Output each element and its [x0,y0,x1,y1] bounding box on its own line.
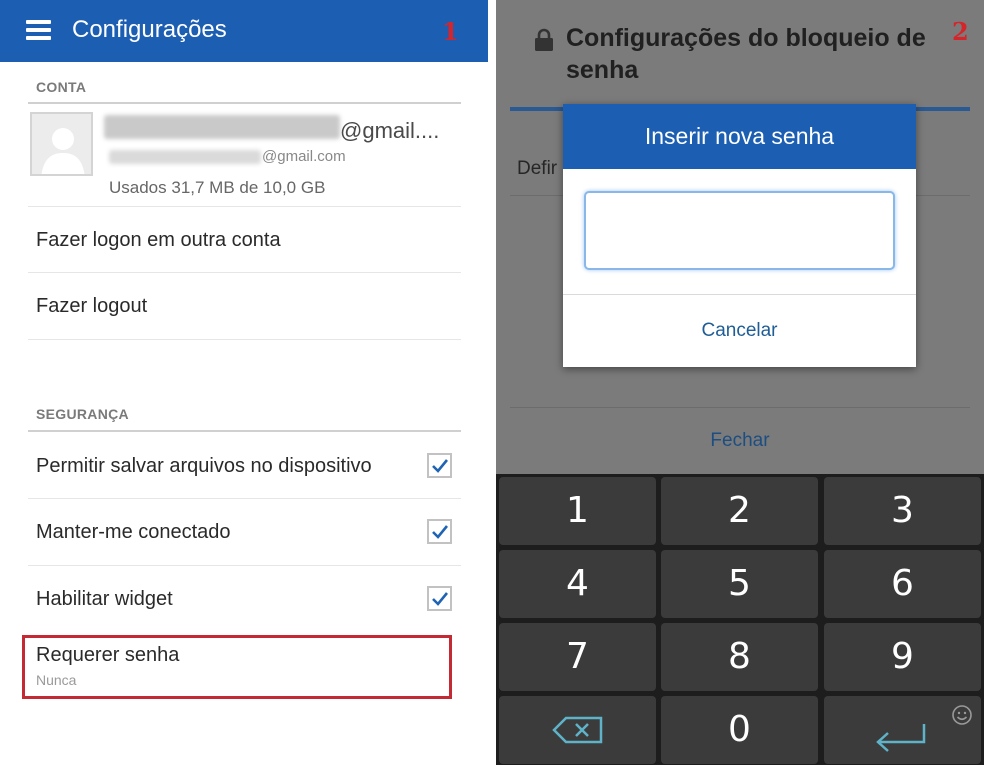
hamburger-menu-icon[interactable] [26,20,51,40]
key-4[interactable]: 4 [499,550,656,618]
enter-icon [876,724,926,752]
key-5[interactable]: 5 [661,550,818,618]
key-7[interactable]: 7 [499,623,656,691]
checkmark-icon [432,525,449,539]
dialog-title: Inserir nova senha [563,104,916,169]
checkmark-icon [432,592,449,606]
new-password-input[interactable] [584,191,895,270]
logout-item[interactable]: Fazer logout [36,295,147,318]
lock-settings-title: Configurações do bloqueio de senha [566,24,926,84]
login-other-account[interactable]: Fazer logon em outra conta [36,229,281,252]
key-1[interactable]: 1 [499,477,656,545]
cancel-button[interactable]: Cancelar [563,320,916,342]
divider [28,498,461,499]
account-section-line [28,102,461,104]
security-section-line [28,430,461,432]
avatar [30,112,93,176]
settings-screen: Configurações 1 CONTA @gmail.... @gmail.… [0,0,488,765]
enable-widget-checkbox[interactable] [427,586,452,611]
new-password-dialog: Inserir nova senha Cancelar [563,104,916,367]
close-button[interactable]: Fechar [496,430,984,452]
key-9[interactable]: 9 [824,623,981,691]
stay-connected-checkbox[interactable] [427,519,452,544]
key-2[interactable]: 2 [661,477,818,545]
key-3[interactable]: 3 [824,477,981,545]
account-section-header: CONTA [36,79,87,95]
divider [28,565,461,566]
divider [28,339,461,340]
divider [510,407,970,408]
account-usage: Usados 31,7 MB de 10,0 GB [109,178,326,197]
behind-dialog-item: Defir [517,158,558,179]
enable-widget-label[interactable]: Habilitar widget [36,588,173,611]
page-title: Configurações [72,16,227,43]
step-badge-1: 1 [442,17,459,46]
key-8[interactable]: 8 [661,623,818,691]
blurred-account-email [109,150,261,164]
require-password-label[interactable]: Requerer senha [36,644,179,667]
security-section-header: SEGURANÇA [36,406,129,422]
allow-save-files-checkbox[interactable] [427,453,452,478]
app-bar: Configurações 1 [0,0,488,62]
account-email-secondary: @gmail.com [262,148,346,165]
dialog-separator [563,294,916,295]
step-badge-2: 2 [952,17,969,46]
allow-save-files-label[interactable]: Permitir salvar arquivos no dispositivo [36,455,372,478]
lock-icon [535,28,553,51]
divider [28,272,461,273]
divider [28,206,461,207]
panel-gap [488,0,496,765]
default-avatar-icon [32,114,91,174]
blurred-account-name [104,115,340,139]
account-email: @gmail.... [340,118,440,143]
checkmark-icon [432,459,449,473]
backspace-icon [552,716,603,744]
numeric-keyboard: 1 2 3 4 5 6 7 8 9 0 [496,474,984,765]
key-0[interactable]: 0 [661,696,818,764]
require-password-value: Nunca [36,672,77,688]
stay-connected-label[interactable]: Manter-me conectado [36,521,231,544]
backspace-key[interactable] [499,696,656,764]
key-6[interactable]: 6 [824,550,981,618]
smiley-icon[interactable] [951,704,973,726]
password-lock-screen: Configurações do bloqueio de senha 2 Def… [496,0,984,765]
